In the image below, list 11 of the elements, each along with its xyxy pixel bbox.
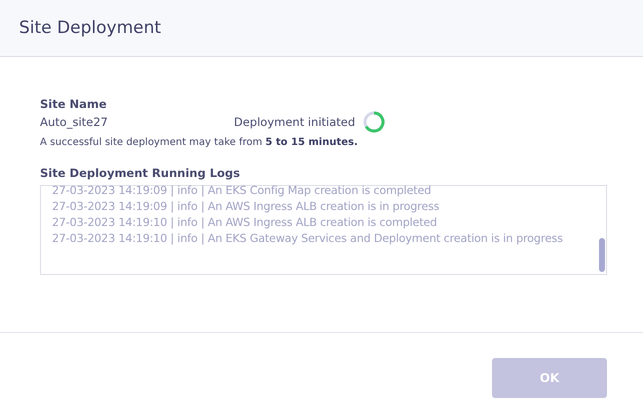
log-line: 27-03-2023 14:19:09 | info | An AWS Ingress ALB creation is in progress bbox=[52, 199, 440, 215]
note-text: A successful site deployment may take from 5 to 15 minutes. bbox=[40, 137, 359, 148]
field-label: Site Name bbox=[40, 97, 108, 111]
dialog-title: Site Deployment bbox=[19, 18, 162, 38]
status-text: Deployment initiated bbox=[234, 115, 356, 129]
log-line: 27-03-2023 14:19:10 | info | An AWS Ingress ALB creation is completed bbox=[52, 215, 438, 231]
log-line: 27-03-2023 14:19:09 | info | An EKS Config Map creation is completed bbox=[52, 183, 432, 199]
scrollbar-thumb[interactable] bbox=[599, 238, 605, 272]
log-line: 27-03-2023 14:19:10 | info | An EKS Gateway Services and Deployment creation is in progress bbox=[52, 231, 564, 247]
site-name-value: Auto_site27 bbox=[40, 115, 108, 129]
field-label: Site Deployment Running Logs bbox=[40, 166, 241, 180]
